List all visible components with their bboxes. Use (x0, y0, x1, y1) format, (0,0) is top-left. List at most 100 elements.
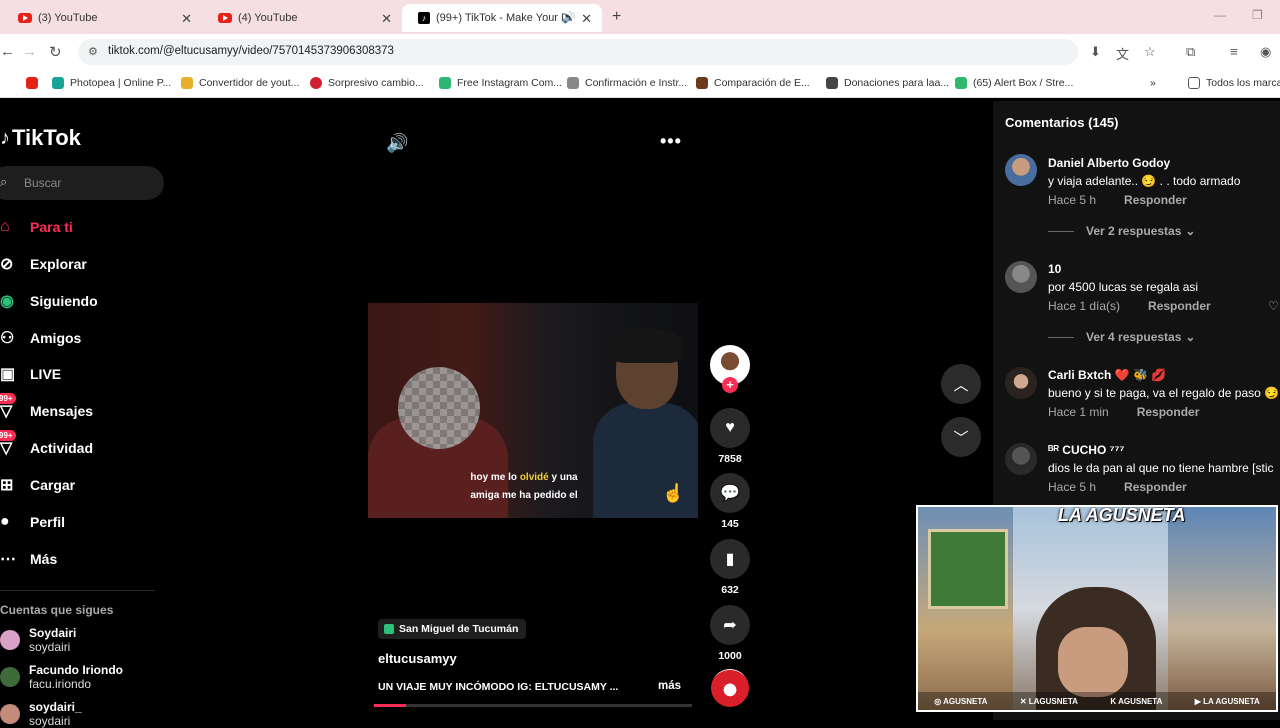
bookmarks-folder[interactable]: Todos los marca (1188, 77, 1280, 89)
followed-account[interactable]: soydairi_ soydairi (0, 700, 82, 728)
youtube-icon (218, 13, 232, 23)
install-icon[interactable]: ⬇ (1090, 44, 1101, 60)
more-bookmarks-icon[interactable]: » (1150, 77, 1156, 89)
followed-account[interactable]: Facundo Iriondo facu.iriondo (0, 663, 123, 691)
bookmark-item[interactable]: (65) Alert Box / Stre... (955, 77, 1073, 89)
view-replies-button[interactable]: Ver 2 respuestas ⌄ (1048, 224, 1195, 238)
activity-icon: ▽ 99+ (0, 430, 22, 458)
translate-icon[interactable]: 文 (1116, 44, 1129, 63)
bookmark-item[interactable]: Donaciones para laa... (826, 77, 949, 89)
nav-item-mensajes[interactable]: ▽ 99+ Mensajes (0, 393, 170, 426)
comment-button[interactable]: 💬 (710, 473, 750, 513)
video-author[interactable]: eltucusamyy (378, 651, 457, 666)
reply-button[interactable]: Responder (1148, 299, 1211, 313)
close-tab-icon[interactable]: ✕ (381, 11, 392, 27)
back-icon[interactable]: ← (0, 43, 15, 60)
next-video-button[interactable]: ﹀ (941, 417, 981, 457)
video-progress-bar[interactable] (374, 704, 692, 707)
nav-item-amigos[interactable]: ⚇ Amigos (0, 323, 170, 353)
tiktok-note-icon: ♪ (0, 126, 10, 149)
comment-author[interactable]: Daniel Alberto Godoy (1048, 156, 1170, 170)
nav-item-siguiendo[interactable]: ◉ Siguiendo (0, 286, 170, 316)
browser-tab-youtube-2[interactable]: (4) YouTube ✕ (202, 4, 402, 32)
upload-icon: ⊞ (0, 477, 14, 494)
nav-item-mas[interactable]: ⋯ Más (0, 544, 170, 574)
logo-text: TikTok (12, 125, 81, 150)
following-icon: ◉ (0, 293, 14, 310)
comment-author[interactable]: ᴮᴿ CUCHO ⁷⁷⁷ (1048, 443, 1124, 457)
reload-icon[interactable]: ↻ (49, 43, 62, 61)
streamer-logo: LA AGUSNETA (1058, 505, 1186, 525)
video-caption: UN VIAJE MUY INCÓMODO IG: ELTUCUSAMY ... (378, 681, 619, 693)
comment-text: dios le da pan al que no tiene hambre [s… (1048, 461, 1274, 475)
followed-account[interactable]: Soydairi soydairi (0, 626, 76, 654)
youtube-handle: ▶ LA AGUSNETA (1194, 696, 1260, 706)
more-icon: ⋯ (0, 551, 16, 568)
avatar[interactable] (1005, 443, 1037, 475)
site-info-icon[interactable]: ⚙ (88, 45, 98, 58)
browser-tab-youtube-1[interactable]: (3) YouTube ✕ (2, 4, 202, 32)
video-player[interactable]: hoy me lo olvidé y una amiga me ha pedid… (368, 303, 698, 518)
save-button[interactable]: ▮ (710, 539, 750, 579)
view-replies-button[interactable]: Ver 4 respuestas ⌄ (1048, 330, 1195, 344)
like-button[interactable]: ♥ (710, 408, 750, 448)
bookmark-item[interactable]: Comparación de E... (696, 77, 810, 89)
bookmark-star-icon[interactable]: ☆ (1144, 44, 1156, 60)
bookmark-youtube[interactable] (26, 77, 44, 89)
media-icon[interactable]: ≡ (1230, 44, 1238, 59)
more-options-icon[interactable]: ••• (660, 131, 682, 152)
folder-icon (1188, 77, 1200, 89)
share-button[interactable]: ➦ (710, 605, 750, 645)
view-replies-label: Ver 4 respuestas (1086, 330, 1182, 344)
search-input[interactable]: ⌕ Buscar (0, 166, 164, 200)
nav-item-para-ti[interactable]: ⌂ Para ti (0, 212, 170, 242)
tiktok-logo[interactable]: ♪ TikTok (0, 125, 81, 151)
comment-time: Hace 5 h (1048, 193, 1097, 207)
mouse-cursor-icon: ☝ (662, 483, 685, 503)
bookmark-item[interactable]: Confirmación e Instr... (567, 77, 687, 89)
nav-label: Para ti (30, 219, 73, 235)
profile-icon[interactable]: ◉ (1260, 44, 1271, 60)
comment-author[interactable]: Carli Bxtch ❤️ 🐝 💋 (1048, 368, 1166, 382)
maximize-icon[interactable]: ❐ (1252, 8, 1263, 22)
close-tab-icon[interactable]: ✕ (581, 11, 592, 27)
comment-author[interactable]: 10 (1048, 262, 1061, 276)
avatar[interactable] (1005, 261, 1037, 293)
bookmark-item[interactable]: Convertidor de yout... (181, 77, 299, 89)
address-bar: ← → ↻ ⚙ tiktok.com/@eltucusamyy/video/75… (0, 34, 1280, 70)
nav-item-perfil[interactable]: ● Perfil (0, 507, 170, 537)
nav-item-cargar[interactable]: ⊞ Cargar (0, 470, 170, 500)
bookmark-item[interactable]: Photopea | Online P... (52, 77, 171, 89)
new-tab-icon[interactable]: + (612, 8, 621, 26)
speaker-icon[interactable]: 🔊 (562, 11, 576, 24)
caption-more-button[interactable]: más (658, 680, 681, 692)
share-count: 1000 (718, 650, 742, 662)
bookmark-item[interactable]: Sorpresivo cambio... (310, 77, 424, 89)
browser-tab-tiktok[interactable]: ♪ (99+) TikTok - Make Your Da 🔊 ✕ (402, 4, 602, 32)
follow-plus-icon[interactable]: + (722, 377, 738, 393)
avatar[interactable] (1005, 154, 1037, 186)
location-tag[interactable]: San Miguel de Tucumán (378, 619, 527, 639)
close-tab-icon[interactable]: ✕ (181, 11, 192, 27)
url-field[interactable]: ⚙ tiktok.com/@eltucusamyy/video/75701453… (78, 39, 1078, 65)
nav-item-explorar[interactable]: ⊘ Explorar (0, 249, 170, 279)
volume-icon[interactable]: 🔊 (386, 133, 408, 154)
reply-button[interactable]: Responder (1124, 193, 1187, 207)
avatar (0, 667, 20, 687)
extensions-icon[interactable]: ⧉ (1186, 44, 1195, 60)
previous-video-button[interactable]: ︿ (941, 364, 981, 404)
nav-item-live[interactable]: ▣ LIVE (0, 359, 170, 389)
video-frame-hair (612, 329, 682, 363)
nav-label: Cargar (30, 477, 76, 493)
bookmark-item[interactable]: Free Instagram Com... (439, 77, 562, 89)
music-disc-icon[interactable] (711, 669, 749, 707)
account-handle: facu.iriondo (29, 677, 92, 691)
avatar[interactable] (1005, 367, 1037, 399)
reply-button[interactable]: Responder (1124, 480, 1187, 494)
minimize-icon[interactable]: — (1214, 8, 1226, 22)
forward-icon[interactable]: → (22, 43, 37, 60)
bookmark-label: Photopea | Online P... (70, 77, 172, 89)
heart-outline-icon[interactable]: ♡ (1268, 299, 1279, 313)
nav-item-actividad[interactable]: ▽ 99+ Actividad (0, 430, 170, 463)
reply-button[interactable]: Responder (1137, 405, 1200, 419)
